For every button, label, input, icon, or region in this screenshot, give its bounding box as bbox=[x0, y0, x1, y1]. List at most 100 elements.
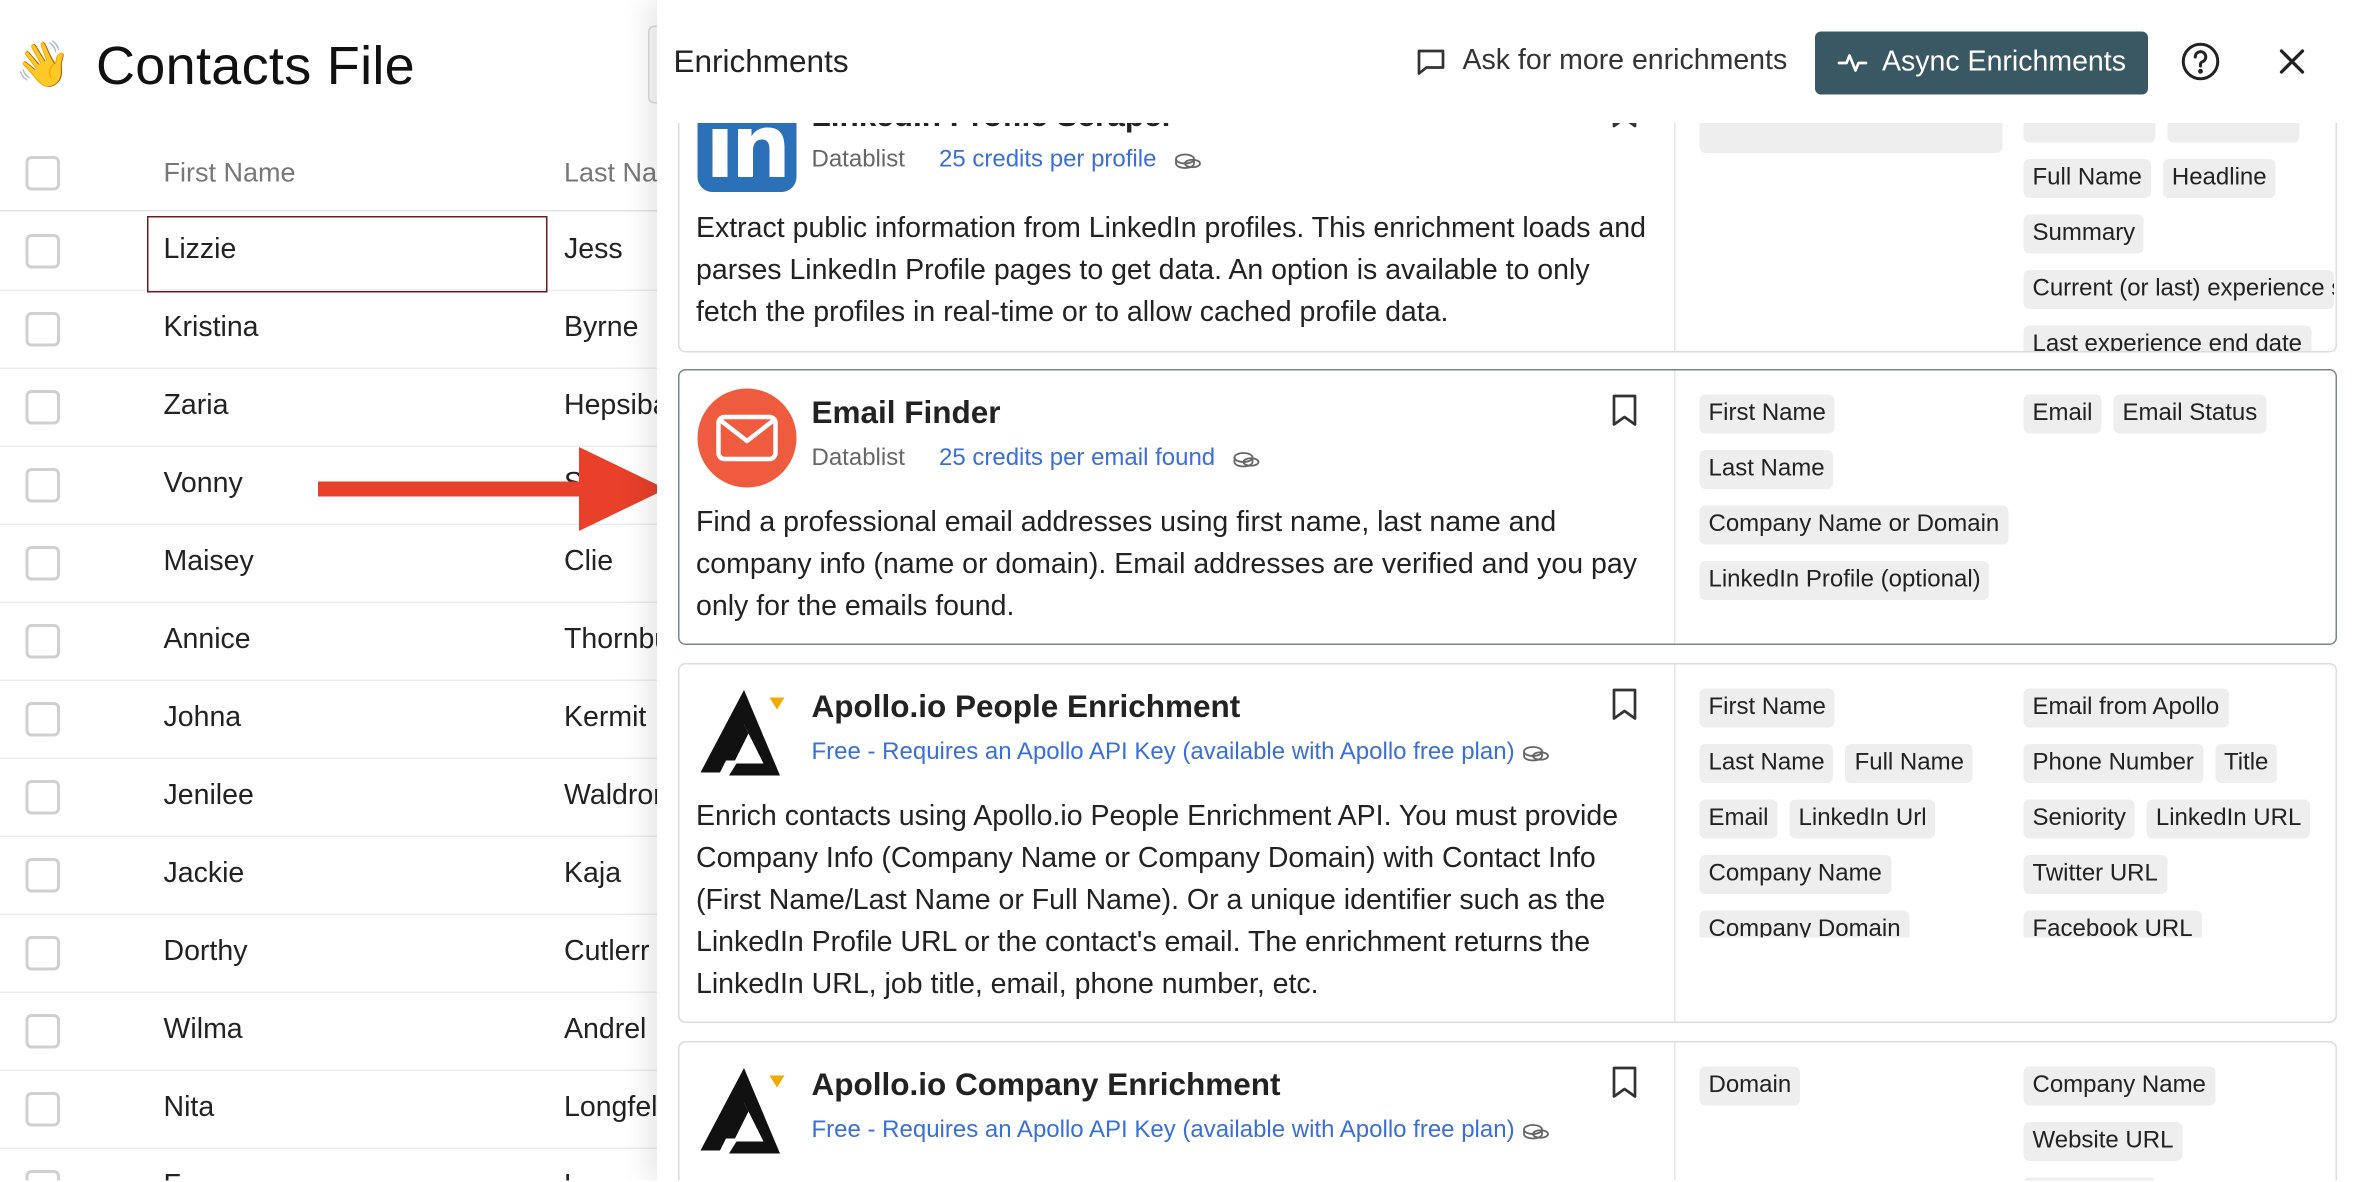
column-header-last-name[interactable]: Last Na bbox=[564, 158, 657, 190]
enrichment-card-apollo-company[interactable]: Apollo.io Company Enrichment Free - Requ… bbox=[678, 1041, 2337, 1181]
enrichments-panel: Enrichments Ask for more enrichments Asy… bbox=[657, 0, 2352, 1181]
table-row[interactable]: Kristina Byrne bbox=[0, 291, 660, 369]
input-tag: LinkedIn Profile (optional) bbox=[1699, 561, 1990, 600]
card-divider bbox=[1674, 1042, 1676, 1181]
pulse-icon bbox=[1837, 54, 1867, 72]
bookmark-icon[interactable] bbox=[1611, 394, 1638, 428]
output-tag: LinkedIn URL bbox=[2146, 799, 2311, 839]
cell-first-name[interactable]: Lizzie bbox=[164, 234, 237, 267]
row-checkbox[interactable] bbox=[25, 624, 60, 659]
waving-hand-icon: 👋 bbox=[15, 40, 72, 91]
input-tag: Company Name or Domain bbox=[1699, 505, 2009, 545]
row-checkbox[interactable] bbox=[25, 546, 60, 581]
email-finder-logo-icon bbox=[697, 388, 797, 488]
output-tag: Last experience end date bbox=[2023, 325, 2312, 351]
input-tag: Last Name bbox=[1699, 744, 1834, 783]
cell-first-name[interactable]: Johna bbox=[164, 702, 242, 735]
row-checkbox[interactable] bbox=[25, 468, 60, 503]
row-checkbox[interactable] bbox=[25, 1092, 60, 1127]
cell-last-name[interactable]: Cutlerr bbox=[564, 936, 650, 969]
cell-first-name[interactable]: Annice bbox=[164, 624, 251, 657]
table-row[interactable]: Wilma Andrel bbox=[0, 993, 660, 1071]
cell-last-name[interactable]: Waldror bbox=[564, 780, 663, 813]
table-row[interactable]: Lizzie Jess bbox=[0, 213, 660, 293]
input-tag: Last Name bbox=[1699, 450, 1834, 489]
async-enrichments-label: Async Enrichments bbox=[1882, 46, 2126, 79]
enrichment-card-email-finder[interactable]: Email Finder Datablist 25 credits per em… bbox=[678, 369, 2337, 645]
cell-first-name[interactable]: Kristina bbox=[164, 312, 259, 345]
row-checkbox[interactable] bbox=[25, 780, 60, 815]
cell-first-name[interactable]: Nita bbox=[164, 1092, 215, 1125]
enrichment-provider: Datablist bbox=[811, 445, 905, 472]
cell-last-name[interactable]: Thornbu bbox=[564, 624, 670, 657]
row-checkbox[interactable] bbox=[25, 1170, 60, 1181]
panel-title: Enrichments bbox=[673, 45, 849, 80]
cell-first-name[interactable]: Wilma bbox=[164, 1014, 243, 1047]
cell-last-name[interactable]: Kaja bbox=[564, 858, 621, 891]
input-tag: LinkedIn Url bbox=[1789, 799, 1936, 839]
output-tag: Email Status bbox=[2113, 394, 2267, 434]
enrichment-card-apollo-people[interactable]: Apollo.io People Enrichment Free - Requi… bbox=[678, 663, 2337, 1023]
row-checkbox[interactable] bbox=[25, 858, 60, 893]
table-row[interactable]: Nita Longfel bbox=[0, 1071, 660, 1149]
help-icon[interactable] bbox=[2181, 42, 2220, 81]
bookmark-icon[interactable] bbox=[1611, 688, 1638, 722]
table-row[interactable]: Zaria Hepsiba bbox=[0, 369, 669, 447]
cell-first-name[interactable]: Zaria bbox=[164, 390, 229, 423]
red-arrow-annotation bbox=[318, 447, 666, 531]
panel-header: Enrichments Ask for more enrichments Asy… bbox=[657, 0, 2352, 123]
output-tag: Website URL bbox=[2023, 1122, 2183, 1161]
output-tag: Current (or last) experience s bbox=[2023, 270, 2334, 309]
column-header-first-name[interactable]: First Name bbox=[164, 158, 296, 190]
cell-first-name[interactable]: Jenilee bbox=[164, 780, 254, 813]
output-tag: Email from Apollo bbox=[2023, 688, 2229, 728]
enrichment-name: Apollo.io Company Enrichment bbox=[811, 1068, 1281, 1103]
bookmark-icon[interactable] bbox=[1611, 1066, 1638, 1100]
table-row[interactable]: Annice Thornbu bbox=[0, 603, 670, 681]
row-checkbox[interactable] bbox=[25, 312, 60, 347]
row-checkbox[interactable] bbox=[25, 936, 60, 971]
cell-last-name[interactable]: Longfel bbox=[564, 1092, 658, 1125]
row-checkbox[interactable] bbox=[25, 390, 60, 425]
enrichment-credits: Free - Requires an Apollo API Key (avail… bbox=[811, 739, 1515, 766]
coins-icon bbox=[1523, 1124, 1549, 1140]
coins-icon bbox=[1523, 746, 1549, 762]
input-tag: Company Name bbox=[1699, 855, 1891, 894]
cell-first-name[interactable]: Dorthy bbox=[164, 936, 248, 969]
chat-bubble-icon bbox=[1417, 49, 1445, 75]
table-row[interactable]: Jackie Kaja bbox=[0, 837, 660, 915]
output-tag: Title bbox=[2214, 744, 2278, 783]
cell-first-name[interactable]: Maisey bbox=[164, 546, 254, 579]
table-row[interactable]: Dorthy Cutlerr bbox=[0, 915, 660, 993]
cell-first-name[interactable]: Jackie bbox=[164, 858, 245, 891]
cell-first-name[interactable]: F bbox=[164, 1170, 181, 1181]
output-tag: Phone Number bbox=[2023, 744, 2203, 783]
row-checkbox[interactable] bbox=[25, 234, 60, 269]
cell-last-name[interactable]: L bbox=[564, 1170, 580, 1181]
cell-last-name[interactable]: Byrne bbox=[564, 312, 638, 345]
page-header: 👋 Contacts File bbox=[15, 35, 415, 96]
async-enrichments-button[interactable]: Async Enrichments bbox=[1815, 31, 2148, 95]
cell-last-name[interactable]: Kermit bbox=[564, 702, 646, 735]
cell-last-name[interactable]: Andrel bbox=[564, 1014, 646, 1047]
enrichment-credits: Free - Requires an Apollo API Key (avail… bbox=[811, 1117, 1515, 1144]
cell-first-name[interactable]: Vonny bbox=[164, 468, 243, 501]
enrichment-description: Find a professional email addresses usin… bbox=[696, 507, 1637, 623]
cell-last-name[interactable]: Clie bbox=[564, 546, 613, 579]
close-icon[interactable] bbox=[2277, 47, 2307, 77]
coins-icon bbox=[1233, 452, 1260, 468]
table-row[interactable]: Johna Kermit bbox=[0, 681, 660, 759]
row-checkbox[interactable] bbox=[25, 702, 60, 737]
card-divider bbox=[1674, 664, 1676, 1022]
enrichment-credits: 25 credits per profile bbox=[939, 147, 1157, 173]
select-all-checkbox[interactable] bbox=[25, 156, 60, 191]
table-row[interactable]: FL bbox=[0, 1149, 660, 1181]
enrichment-credits: 25 credits per email found bbox=[939, 445, 1216, 472]
row-checkbox[interactable] bbox=[25, 1014, 60, 1049]
cell-last-name[interactable]: Jess bbox=[564, 234, 623, 267]
table-row[interactable]: Maisey Clie bbox=[0, 525, 660, 603]
cell-last-name[interactable]: Hepsiba bbox=[564, 390, 669, 423]
ask-more-enrichments-button[interactable]: Ask for more enrichments bbox=[1415, 45, 1787, 78]
enrichment-name: Email Finder bbox=[811, 396, 1001, 431]
table-row[interactable]: Jenilee Waldror bbox=[0, 759, 663, 837]
